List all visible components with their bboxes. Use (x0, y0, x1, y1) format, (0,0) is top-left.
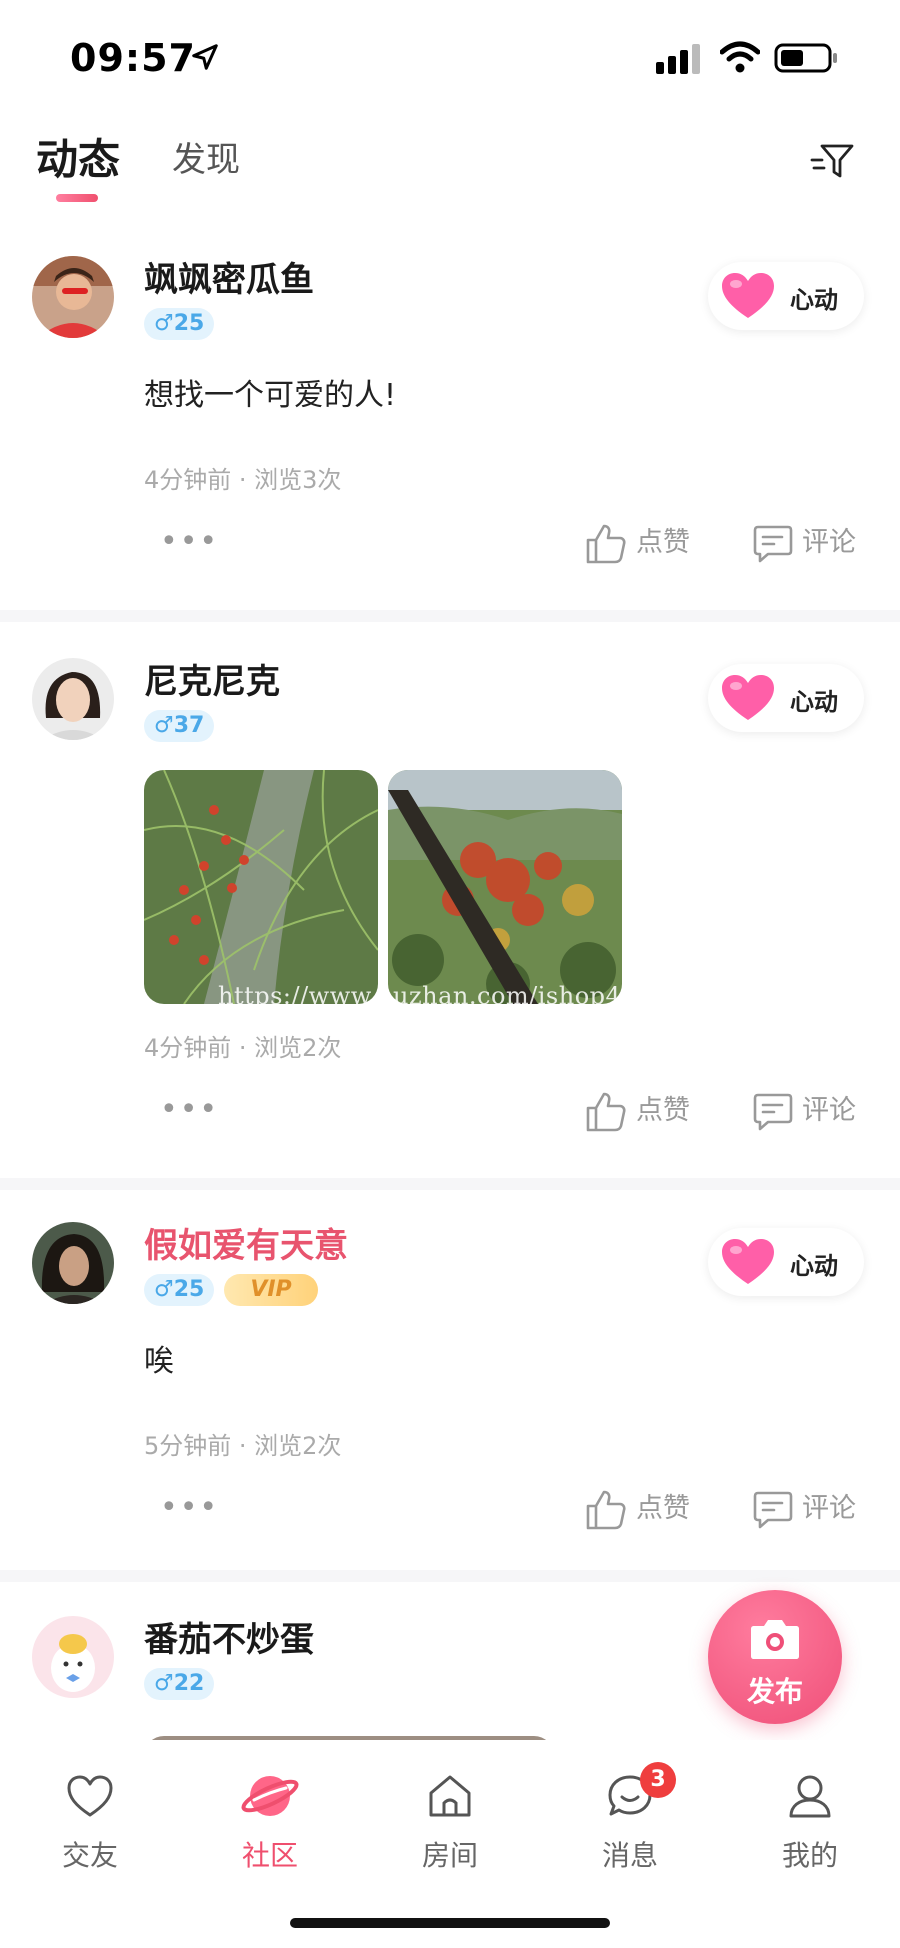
nav-label: 我的 (781, 1839, 838, 1872)
comment-label: 评论 (802, 1095, 856, 1126)
camera-icon (750, 1616, 800, 1664)
nav-label: 社区 (241, 1839, 298, 1872)
person-icon (750, 1768, 870, 1824)
house-icon (390, 1768, 510, 1824)
post-divider (0, 610, 900, 622)
bottom-nav: 交友 社区 房间 3 消息 我的 (0, 1740, 900, 1948)
thumbs-up-icon (586, 1490, 626, 1529)
username[interactable]: 尼克尼克 (144, 654, 280, 703)
heart-button-label: 心动 (790, 1252, 838, 1280)
comment-icon (753, 1093, 793, 1130)
post-card: 飒飒密瓜鱼 ♂25 心动 想找一个可爱的人! 4分钟前 · 浏览3次 ••• 点… (0, 230, 900, 610)
tab-dynamic[interactable]: 动态 (36, 126, 120, 187)
heart-icon (720, 674, 776, 726)
nav-item-rooms[interactable]: 房间 (390, 1768, 510, 1874)
nav-label: 消息 (601, 1839, 658, 1872)
heart-button-label: 心动 (790, 286, 838, 314)
age-badge: ♂25 (144, 1274, 215, 1306)
wifi-icon (719, 40, 761, 78)
nav-item-profile[interactable]: 我的 (750, 1768, 870, 1874)
username[interactable]: 番茄不炒蛋 (144, 1612, 314, 1661)
username[interactable]: 飒飒密瓜鱼 (144, 252, 314, 301)
home-indicator (290, 1918, 610, 1928)
post-text: 唉 (144, 1344, 174, 1379)
nav-label: 房间 (421, 1839, 478, 1872)
heart-button[interactable]: 心动 (708, 262, 864, 330)
nav-item-community[interactable]: 社区 (210, 1768, 330, 1874)
post-divider (0, 1178, 900, 1190)
comment-label: 评论 (802, 527, 856, 558)
publish-button[interactable]: 发布 (708, 1590, 842, 1724)
thumbs-up-icon (586, 524, 626, 563)
post-meta: 4分钟前 · 浏览2次 (144, 1034, 342, 1062)
like-button[interactable]: 点赞 (584, 1486, 690, 1532)
more-icon[interactable]: ••• (160, 1092, 219, 1127)
nav-item-messages[interactable]: 3 消息 (570, 1762, 690, 1874)
like-button[interactable]: 点赞 (584, 1088, 690, 1134)
planet-icon (210, 1768, 330, 1824)
photo-grid (144, 770, 744, 1004)
age-badge: ♂22 (144, 1668, 215, 1700)
comment-button[interactable]: 评论 (752, 520, 856, 565)
comment-button[interactable]: 评论 (752, 1088, 856, 1133)
comment-button[interactable]: 评论 (752, 1486, 856, 1531)
publish-label: 发布 (746, 1675, 803, 1708)
status-bar: 09:57 (0, 0, 900, 110)
top-tab-bar: 动态 发现 (0, 110, 900, 210)
like-label: 点赞 (636, 1493, 690, 1524)
username[interactable]: 假如爱有天意 (144, 1218, 348, 1267)
nav-label: 交友 (61, 1839, 118, 1872)
cellular-signal-icon (656, 44, 702, 78)
avatar[interactable] (32, 1616, 114, 1698)
post-photo[interactable] (388, 770, 622, 1004)
watermark-text: https://www.huzhan.com/ishop41355 (218, 982, 685, 1010)
vip-badge: VIP (224, 1274, 318, 1306)
nav-item-friends[interactable]: 交友 (30, 1768, 150, 1874)
avatar[interactable] (32, 658, 114, 740)
post-divider (0, 1570, 900, 1582)
heart-icon (720, 272, 776, 324)
post-card: 假如爱有天意 ♂25 VIP 心动 唉 5分钟前 · 浏览2次 ••• 点赞 评… (0, 1190, 900, 1570)
heart-icon (720, 1238, 776, 1290)
post-card: 尼克尼克 ♂37 心动 https://www.huzhan.com/ishop… (0, 622, 900, 1178)
heart-button-label: 心动 (790, 688, 838, 716)
post-photo[interactable] (144, 770, 378, 1004)
active-tab-indicator (56, 194, 98, 202)
more-icon[interactable]: ••• (160, 524, 219, 559)
comment-icon (753, 525, 793, 562)
heart-outline-icon (30, 1768, 150, 1824)
post-text: 想找一个可爱的人! (144, 378, 397, 413)
age-badge: ♂37 (144, 710, 215, 742)
location-arrow-icon (190, 42, 220, 76)
tab-discover[interactable]: 发现 (172, 132, 240, 181)
like-label: 点赞 (636, 527, 690, 558)
comment-label: 评论 (802, 1493, 856, 1524)
avatar[interactable] (32, 1222, 114, 1304)
status-time: 09:57 (70, 36, 196, 80)
post-meta: 5分钟前 · 浏览2次 (144, 1432, 342, 1460)
filter-icon[interactable] (808, 136, 856, 184)
avatar[interactable] (32, 256, 114, 338)
heart-button[interactable]: 心动 (708, 664, 864, 732)
thumbs-up-icon (586, 1092, 626, 1131)
heart-button[interactable]: 心动 (708, 1228, 864, 1296)
more-icon[interactable]: ••• (160, 1490, 219, 1525)
age-badge: ♂25 (144, 308, 215, 340)
like-label: 点赞 (636, 1095, 690, 1126)
battery-icon (774, 42, 838, 78)
post-meta: 4分钟前 · 浏览3次 (144, 466, 342, 494)
comment-icon (753, 1491, 793, 1528)
unread-badge: 3 (640, 1762, 676, 1798)
like-button[interactable]: 点赞 (584, 520, 690, 566)
